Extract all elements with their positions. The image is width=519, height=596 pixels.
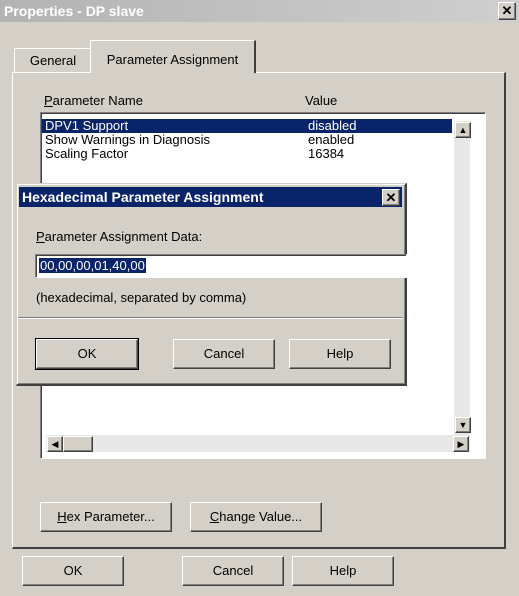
- close-icon[interactable]: ✕: [498, 2, 516, 20]
- dialog-title: Hexadecimal Parameter Assignment: [22, 189, 264, 205]
- hex-parameter-button[interactable]: Hex Parameter...: [40, 502, 172, 532]
- row-name: Show Warnings in Diagnosis: [45, 132, 210, 147]
- list-row-dpv1-support[interactable]: DPV1 Support disabled: [42, 119, 452, 133]
- scroll-right-icon[interactable]: ▶: [453, 436, 469, 452]
- parameter-data-input[interactable]: 00,00,00,01,40,00: [35, 254, 407, 278]
- hex-parameter-dialog: Hexadecimal Parameter Assignment ✕ Param…: [16, 183, 407, 386]
- window-titlebar: Properties - DP slave ✕: [0, 0, 519, 22]
- help-button[interactable]: Help: [292, 556, 394, 586]
- horizontal-scrollbar[interactable]: ◀ ▶: [46, 435, 470, 452]
- row-name: DPV1 Support: [45, 118, 129, 133]
- row-value: disabled: [308, 118, 357, 133]
- dialog-separator: [18, 317, 403, 319]
- dialog-help-button[interactable]: Help: [289, 339, 391, 369]
- cancel-button[interactable]: Cancel: [182, 556, 284, 586]
- tab-parameter-assignment-label: Parameter Assignment: [106, 52, 239, 67]
- tab-general[interactable]: General: [14, 48, 92, 73]
- window-title: Properties - DP slave: [4, 3, 144, 19]
- row-name: Scaling Factor: [45, 146, 129, 161]
- parameter-data-value: 00,00,00,01,40,00: [39, 258, 146, 273]
- ok-button[interactable]: OK: [22, 556, 124, 586]
- column-header-parameter-name: Parameter Name: [44, 93, 143, 108]
- change-value-button[interactable]: Change Value...: [190, 502, 322, 532]
- row-value: 16384: [308, 146, 345, 161]
- list-row-scaling-factor[interactable]: Scaling Factor 16384: [42, 147, 452, 161]
- vertical-scrollbar[interactable]: ▲ ▼: [454, 121, 471, 439]
- column-header-value: Value: [305, 93, 338, 108]
- parameter-data-hint: (hexadecimal, separated by comma): [36, 290, 247, 305]
- parameter-data-label: Parameter Assignment Data:: [36, 229, 203, 244]
- list-row-show-warnings[interactable]: Show Warnings in Diagnosis enabled: [42, 133, 452, 147]
- tab-parameter-assignment[interactable]: Parameter Assignment: [90, 40, 256, 73]
- scroll-down-icon[interactable]: ▼: [455, 417, 471, 433]
- scroll-left-icon[interactable]: ◀: [47, 436, 63, 452]
- scroll-up-icon[interactable]: ▲: [455, 122, 471, 138]
- dialog-cancel-button[interactable]: Cancel: [173, 339, 275, 369]
- dialog-ok-button[interactable]: OK: [35, 338, 139, 370]
- scroll-thumb[interactable]: [63, 436, 93, 452]
- dialog-close-icon[interactable]: ✕: [382, 189, 400, 206]
- tab-general-label: General: [29, 53, 77, 68]
- row-value: enabled: [308, 132, 355, 147]
- dialog-titlebar: Hexadecimal Parameter Assignment ✕: [19, 187, 402, 207]
